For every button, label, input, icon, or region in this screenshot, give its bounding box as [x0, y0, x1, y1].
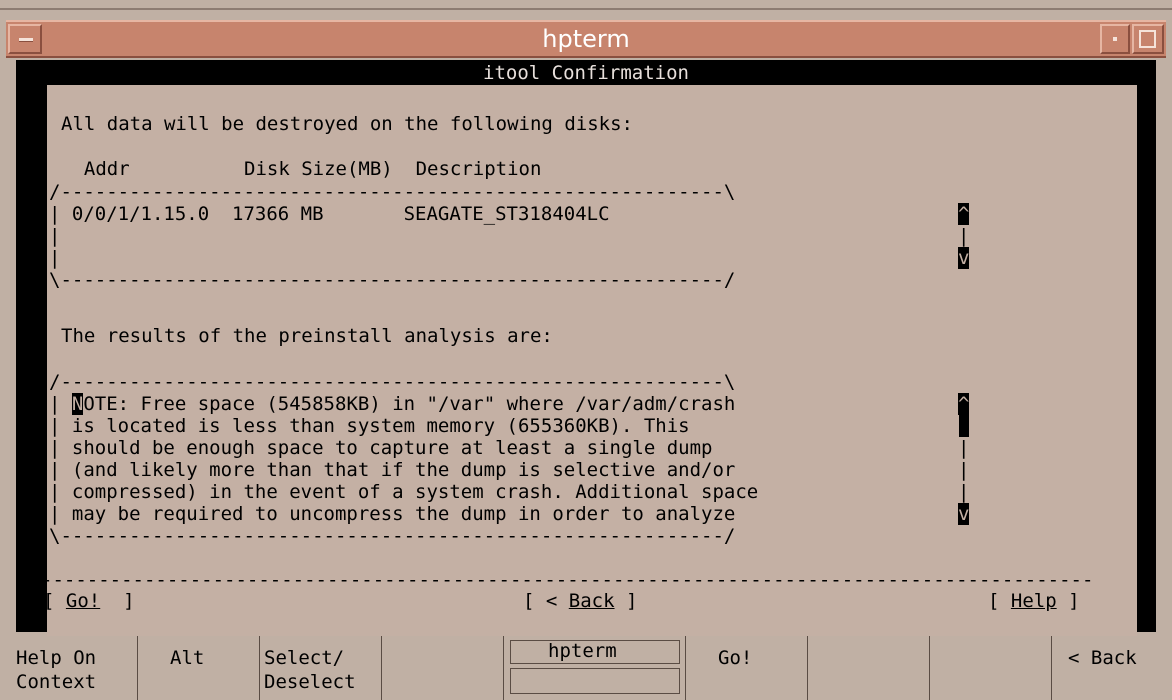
minimize-button[interactable]	[1100, 24, 1130, 54]
window-title: hpterm	[542, 25, 630, 53]
scroll-up-icon: ^	[958, 393, 970, 415]
softkey-label: Help On Context	[16, 647, 97, 693]
go-bracket-open: [	[43, 590, 66, 612]
analysis-scroll-thumb[interactable]	[959, 415, 969, 437]
back-bracket-close: ]	[614, 590, 638, 612]
help-button-label: Help	[1010, 590, 1057, 612]
softkey-label: Alt	[170, 647, 205, 669]
softkey-label: hpterm	[548, 640, 617, 662]
softkey-alt[interactable]: Alt	[138, 636, 260, 700]
disk-table-row-empty: |	[49, 225, 61, 247]
disk-table-bottom-border: \---------------------------------------…	[49, 269, 736, 291]
disk-table-row-empty: |	[49, 247, 61, 269]
terminal-screen[interactable]: itool Confirmation All data will be dest…	[16, 60, 1156, 636]
softkey-bar: Help On Context Alt Select/ Deselect hpt…	[0, 636, 1172, 700]
go-bracket-close: ]	[100, 590, 135, 612]
scroll-down-icon: v	[958, 503, 970, 525]
softkey-help-on-context[interactable]: Help On Context	[8, 636, 138, 700]
analysis-line: | compressed) in the event of a system c…	[49, 481, 759, 503]
disk-table-row[interactable]: | 0/0/1/1.15.0 17366 MB SEAGATE_ST318404…	[49, 203, 610, 225]
analysis-line: | should be enough space to capture at l…	[49, 437, 713, 459]
disk-table-top-border: /---------------------------------------…	[49, 181, 736, 203]
analysis-line: | is located is less than system memory …	[49, 415, 690, 437]
destroy-warning-heading: All data will be destroyed on the follow…	[61, 113, 633, 135]
disk-scroll-track[interactable]: |	[958, 225, 969, 247]
minimize-icon	[1113, 37, 1117, 41]
disk-table-header: Addr Disk Size(MB) Description	[61, 158, 542, 180]
analysis-line: | (and likely more than that if the dump…	[49, 459, 736, 481]
confirmation-dialog: All data will be destroyed on the follow…	[41, 85, 1137, 636]
analysis-top-border: /---------------------------------------…	[49, 371, 736, 393]
go-button[interactable]: [ Go! ]	[43, 590, 135, 612]
softkey-back[interactable]: < Back	[1052, 636, 1172, 700]
analysis-scroll-up-arrow[interactable]: ^	[958, 393, 970, 415]
analysis-bottom-border: \---------------------------------------…	[49, 525, 736, 547]
back-button-label: Back	[568, 590, 615, 612]
analysis-scroll-track[interactable]: |	[958, 437, 969, 459]
softkey-blank[interactable]	[382, 636, 504, 700]
softkey-label: Go!	[718, 647, 753, 669]
softkey-select-deselect[interactable]: Select/ Deselect	[260, 636, 382, 700]
help-bracket-open: [	[988, 590, 1011, 612]
text-cursor: N	[71, 393, 84, 415]
help-button[interactable]: [ Help ]	[988, 590, 1080, 612]
button-separator: ----------------------------------------…	[41, 569, 1094, 591]
analysis-scroll-down-arrow[interactable]: v	[958, 503, 970, 525]
back-bracket-open: [ <	[523, 590, 569, 612]
softkey-label: Select/ Deselect	[264, 647, 356, 693]
scroll-down-icon: v	[958, 247, 970, 269]
results-heading: The results of the preinstall analysis a…	[61, 325, 553, 347]
analysis-scroll-track[interactable]: |	[958, 481, 969, 503]
title-bar[interactable]: hpterm	[6, 20, 1166, 58]
hpterm-window: hpterm itool Confirmation All data will …	[0, 0, 1172, 700]
dialog-title: itool Confirmation	[483, 62, 689, 84]
help-bracket-close: ]	[1056, 590, 1080, 612]
frame-edge	[0, 8, 1172, 10]
maximize-button[interactable]	[1132, 24, 1164, 54]
analysis-line: | may be required to uncompress the dump…	[49, 503, 736, 525]
softkey-blank[interactable]	[808, 636, 930, 700]
softkey-label: < Back	[1068, 647, 1137, 669]
maximize-icon	[1139, 30, 1156, 48]
analysis-line: | NOTE: Free space (545858KB) in "/var" …	[49, 393, 736, 415]
softkey-go[interactable]: Go!	[686, 636, 808, 700]
scroll-up-icon: ^	[958, 203, 970, 225]
disk-scroll-up-arrow[interactable]: ^	[958, 203, 970, 225]
softkey-blank[interactable]	[930, 636, 1052, 700]
softkey-hpterm[interactable]: hpterm	[504, 636, 686, 700]
disk-scroll-down-arrow[interactable]: v	[958, 247, 970, 269]
analysis-scroll-track[interactable]: |	[958, 459, 969, 481]
go-button-label: Go!	[65, 590, 101, 612]
analysis-line-text: OTE: Free space (545858KB) in "/var" whe…	[83, 393, 736, 415]
back-button[interactable]: [ < Back ]	[523, 590, 637, 612]
